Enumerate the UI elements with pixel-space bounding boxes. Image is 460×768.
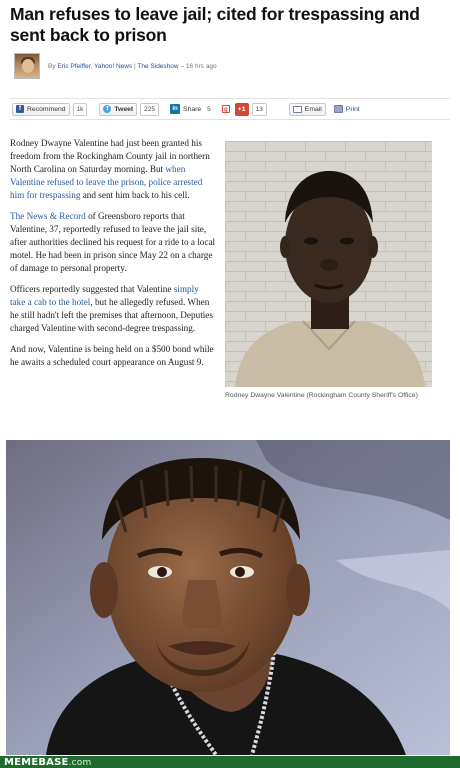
print-button[interactable]: Print <box>333 105 360 113</box>
byline-time: – 16 hrs ago <box>180 62 217 70</box>
paragraph-4: And now, Valentine is being held on a $5… <box>10 344 214 367</box>
byline: By Eric Pfeiffer, Yahoo! News | The Side… <box>48 62 217 70</box>
linkedin-count: 5 <box>204 102 214 116</box>
headline: Man refuses to leave jail; cited for tre… <box>10 4 420 45</box>
mugshot-photo[interactable] <box>225 141 432 387</box>
outlet-link[interactable]: Yahoo! News <box>94 63 132 70</box>
section-link[interactable]: The Sideshow <box>137 63 178 70</box>
memebase-logo[interactable]: MEMEBASE.com <box>4 757 91 768</box>
linkedin-icon: in <box>170 104 181 114</box>
facebook-icon: f <box>16 105 24 113</box>
author-avatar[interactable] <box>14 53 40 79</box>
share-bar: f Recommend 1k t Tweet 225 in Share 5 g +1 … <box>10 98 450 120</box>
mugshot-image <box>225 141 432 387</box>
paragraph-2: The News & Record of Greensboro reports … <box>10 211 216 273</box>
news-record-link[interactable]: The News & Record <box>10 211 86 221</box>
printer-icon <box>333 105 343 113</box>
twitter-icon: t <box>103 105 112 113</box>
meme-photo[interactable] <box>6 440 450 755</box>
watermark-bar: MEMEBASE.com <box>0 756 460 768</box>
google-plus-button[interactable]: +1 <box>234 102 249 116</box>
author-link[interactable]: Eric Pfeiffer <box>57 63 90 70</box>
paragraph-3: Officers reportedly suggested that Valen… <box>10 284 213 333</box>
paragraph-1: Rodney Dwayne Valentine had just been gr… <box>10 138 210 200</box>
recommend-button[interactable]: f Recommend <box>12 102 70 116</box>
linkedin-share-button[interactable]: in Share <box>170 104 201 114</box>
byline-prefix: By <box>48 62 56 70</box>
tweet-button[interactable]: t Tweet <box>99 102 138 116</box>
tweet-count: 225 <box>140 102 160 116</box>
meme-image <box>6 440 450 755</box>
email-button[interactable]: Email <box>288 102 326 116</box>
byline-row: By Eric Pfeiffer, Yahoo! News | The Side… <box>14 52 217 80</box>
google-plus-count: 13 <box>251 102 267 116</box>
google-plus-icon: g <box>221 105 230 113</box>
mugshot-caption: Rodney Dwayne Valentine (Rockingham Coun… <box>225 392 418 399</box>
recommend-count: 1k <box>72 102 88 116</box>
article-body: Rodney Dwayne Valentine had just been gr… <box>10 137 216 377</box>
mail-icon <box>292 105 302 113</box>
